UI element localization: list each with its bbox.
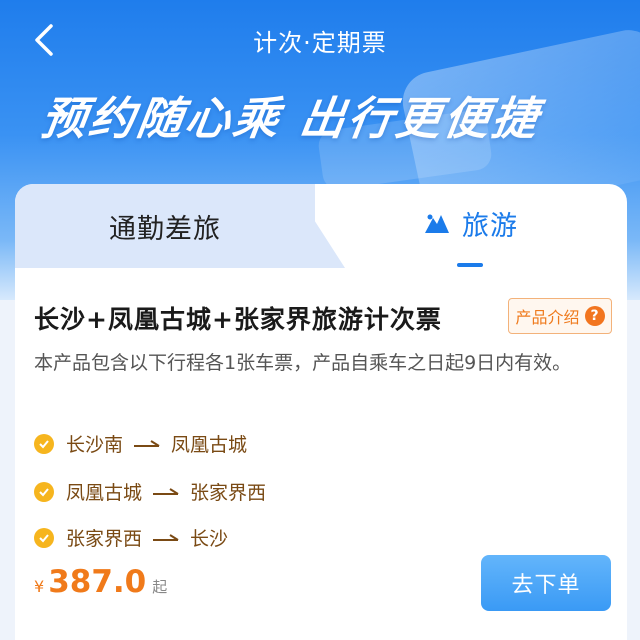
tab-travel[interactable]: 旅游 (315, 184, 627, 268)
route-item: 凤凰古城 张家界西 (34, 478, 266, 505)
product-intro-label: 产品介绍 (515, 308, 580, 327)
chevron-left-icon (35, 24, 53, 56)
check-icon (34, 433, 54, 454)
route-origin: 张家界西 (66, 528, 143, 550)
check-icon (34, 527, 54, 548)
product-intro-button[interactable]: 产品介绍 ? (508, 298, 612, 334)
route-destination: 长沙 (190, 528, 229, 550)
product-title: 长沙+凤凰古城+张家界旅游计次票 (34, 305, 442, 334)
tab-label: 通勤差旅 (109, 213, 221, 245)
place-order-button[interactable]: 去下单 (481, 555, 611, 611)
route-item: 张家界西 长沙 (34, 524, 228, 551)
price-suffix: 起 (152, 578, 168, 596)
tab-commute-business[interactable]: 通勤差旅 (15, 184, 315, 268)
currency-symbol: ¥ (34, 577, 45, 596)
check-icon (34, 481, 54, 502)
arrow-right-icon (133, 439, 161, 449)
back-button[interactable] (22, 18, 66, 62)
arrow-right-icon (152, 533, 180, 543)
arrow-right-icon (152, 487, 180, 497)
price-row: ¥ 387.0 起 (34, 564, 167, 600)
product-description: 本产品包含以下行程各1张车票，产品自乘车之日起9日内有效。 (34, 352, 572, 374)
route-item: 长沙南 凤凰古城 (34, 430, 247, 457)
route-origin: 长沙南 (66, 434, 124, 456)
question-icon: ? (584, 306, 605, 326)
mountain-icon (425, 214, 449, 233)
page-title: 计次·定期票 (253, 28, 387, 57)
route-destination: 凤凰古城 (171, 434, 248, 456)
top-bar: 计次·定期票 (0, 0, 640, 80)
tab-label: 旅游 (462, 210, 518, 242)
price-value: 387.0 (48, 564, 147, 600)
promo-slogan: 预约随心乘 出行更便捷 (37, 92, 544, 145)
place-order-label: 去下单 (511, 573, 581, 598)
route-destination: 张家界西 (190, 482, 267, 504)
ticket-card: 通勤差旅 旅游 长沙+凤凰古城+张家界旅游计次票 产品介绍 ? 本产品包含以下行… (15, 184, 627, 640)
route-origin: 凤凰古城 (66, 482, 143, 504)
active-tab-indicator (457, 263, 483, 267)
